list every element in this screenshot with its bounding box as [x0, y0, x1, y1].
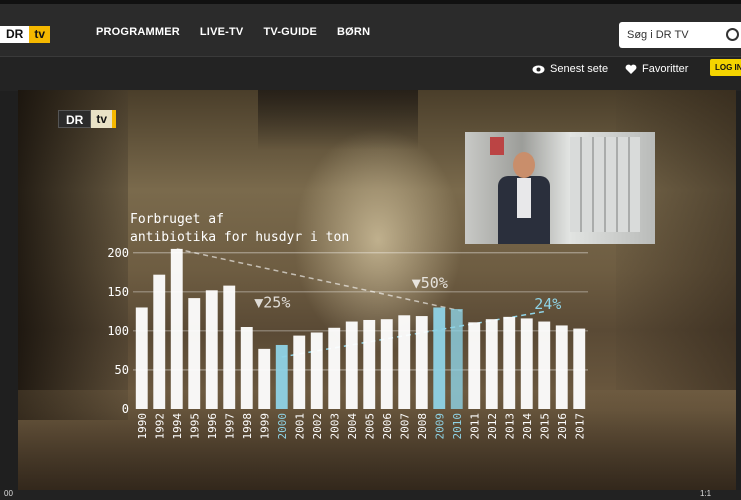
bar-2016	[555, 325, 568, 409]
favorites-link[interactable]: Favoritter	[625, 63, 688, 75]
x-label-2016: 2016	[556, 413, 569, 440]
x-label-2005: 2005	[363, 413, 376, 440]
bar-2010	[450, 309, 463, 409]
search-input[interactable]: Søg i DR TV	[619, 22, 741, 48]
bar-1997	[223, 285, 236, 409]
x-label-2002: 2002	[311, 413, 324, 440]
nav-live-tv[interactable]: LIVE-TV	[200, 26, 244, 38]
bar-1996	[205, 290, 218, 409]
chart-annotations: ▼25% ▼50% 24%	[254, 274, 561, 313]
x-label-1990: 1990	[136, 413, 149, 440]
x-label-2006: 2006	[381, 413, 394, 440]
controls-left-text: 00	[4, 489, 13, 498]
y-tick-0: 0	[122, 402, 129, 416]
x-label-1999: 1999	[258, 413, 271, 440]
bar-2007	[398, 315, 411, 409]
y-tick-100: 100	[107, 324, 129, 338]
search-placeholder: Søg i DR TV	[627, 29, 689, 41]
x-label-1997: 1997	[223, 413, 236, 440]
bar-2001	[293, 335, 306, 409]
x-label-2001: 2001	[293, 413, 306, 440]
nav-born[interactable]: BØRN	[337, 26, 370, 38]
chart-title-line-2: antibiotika for husdyr i ton	[130, 230, 349, 245]
bar-1998	[240, 327, 253, 409]
recent-label: Senest sete	[550, 63, 609, 75]
recent-link[interactable]: Senest sete	[532, 63, 608, 75]
x-label-1996: 1996	[206, 413, 219, 440]
bar-2005	[363, 319, 376, 409]
bar-1994	[170, 248, 183, 409]
heart-icon	[625, 64, 637, 74]
x-label-1992: 1992	[153, 413, 166, 440]
x-label-2000: 2000	[276, 413, 289, 440]
bar-2017	[573, 328, 586, 409]
eye-icon	[532, 65, 545, 73]
x-label-2004: 2004	[346, 413, 359, 440]
annotation-2: ▼50%	[412, 274, 448, 292]
logo-dr: DR	[0, 26, 30, 43]
video-player[interactable]: DR tv Forbruget af antibiotika for husdy…	[18, 90, 736, 490]
bar-1999	[258, 348, 271, 409]
x-label-2017: 2017	[573, 413, 586, 440]
chart-gridlines	[133, 252, 588, 371]
bar-1995	[188, 298, 201, 409]
bar-2002	[310, 332, 323, 409]
chart-bars	[135, 248, 586, 409]
y-tick-200: 200	[107, 246, 129, 260]
login-button[interactable]: LOG IN	[710, 59, 741, 76]
bar-2013	[503, 316, 516, 409]
bar-2015	[538, 321, 551, 409]
bar-2000	[275, 344, 288, 409]
sub-navigation: Senest sete Favoritter	[0, 56, 741, 91]
bar-1990	[135, 307, 148, 409]
chart-y-ticks: 0 50 100 150 200	[107, 246, 129, 416]
x-label-2007: 2007	[398, 413, 411, 440]
x-label-2003: 2003	[328, 413, 341, 440]
x-label-2011: 2011	[468, 413, 481, 440]
y-tick-150: 150	[107, 285, 129, 299]
nav-tv-guide[interactable]: TV-GUIDE	[263, 26, 317, 38]
x-label-1994: 1994	[171, 413, 184, 440]
top-navigation: DR tv PROGRAMMER LIVE-TV TV-GUIDE BØRN S…	[0, 0, 741, 56]
x-label-1998: 1998	[241, 413, 254, 440]
controls-right-text: 1:1	[700, 489, 712, 498]
bar-2012	[485, 319, 498, 409]
chart-title-line-1: Forbruget af	[130, 212, 224, 227]
bar-2011	[468, 322, 481, 409]
x-label-2013: 2013	[503, 413, 516, 440]
search-icon[interactable]	[726, 28, 739, 41]
bar-2003	[328, 327, 341, 409]
x-label-2009: 2009	[433, 413, 446, 440]
bar-2004	[345, 321, 358, 409]
bar-2009	[433, 307, 446, 409]
nav-programmer[interactable]: PROGRAMMER	[96, 26, 180, 38]
antibiotics-chart: Forbruget af antibiotika for husdyr i to…	[107, 212, 588, 440]
dr-tv-logo[interactable]: DR tv	[0, 26, 51, 43]
annotation-3: 24%	[534, 295, 561, 313]
x-label-2014: 2014	[521, 413, 534, 440]
bar-1992	[153, 274, 166, 409]
bar-2008	[415, 316, 428, 409]
y-tick-50: 50	[115, 363, 129, 377]
chart-x-labels: 1990 1992 1994 1995 1996 1997 1998 1999 2000 2001…	[136, 413, 587, 440]
x-label-1995: 1995	[188, 413, 201, 440]
x-label-2015: 2015	[538, 413, 551, 440]
annotation-1: ▼25%	[254, 293, 290, 311]
bar-2014	[520, 318, 533, 409]
x-label-2010: 2010	[451, 413, 464, 440]
player-controls-bar: 00 1:1	[0, 489, 741, 500]
bar-2006	[380, 319, 393, 409]
x-label-2012: 2012	[486, 413, 499, 440]
main-nav: PROGRAMMER LIVE-TV TV-GUIDE BØRN	[96, 26, 370, 38]
logo-tv: tv	[29, 26, 51, 43]
favorites-label: Favoritter	[642, 63, 689, 75]
x-label-2008: 2008	[416, 413, 429, 440]
